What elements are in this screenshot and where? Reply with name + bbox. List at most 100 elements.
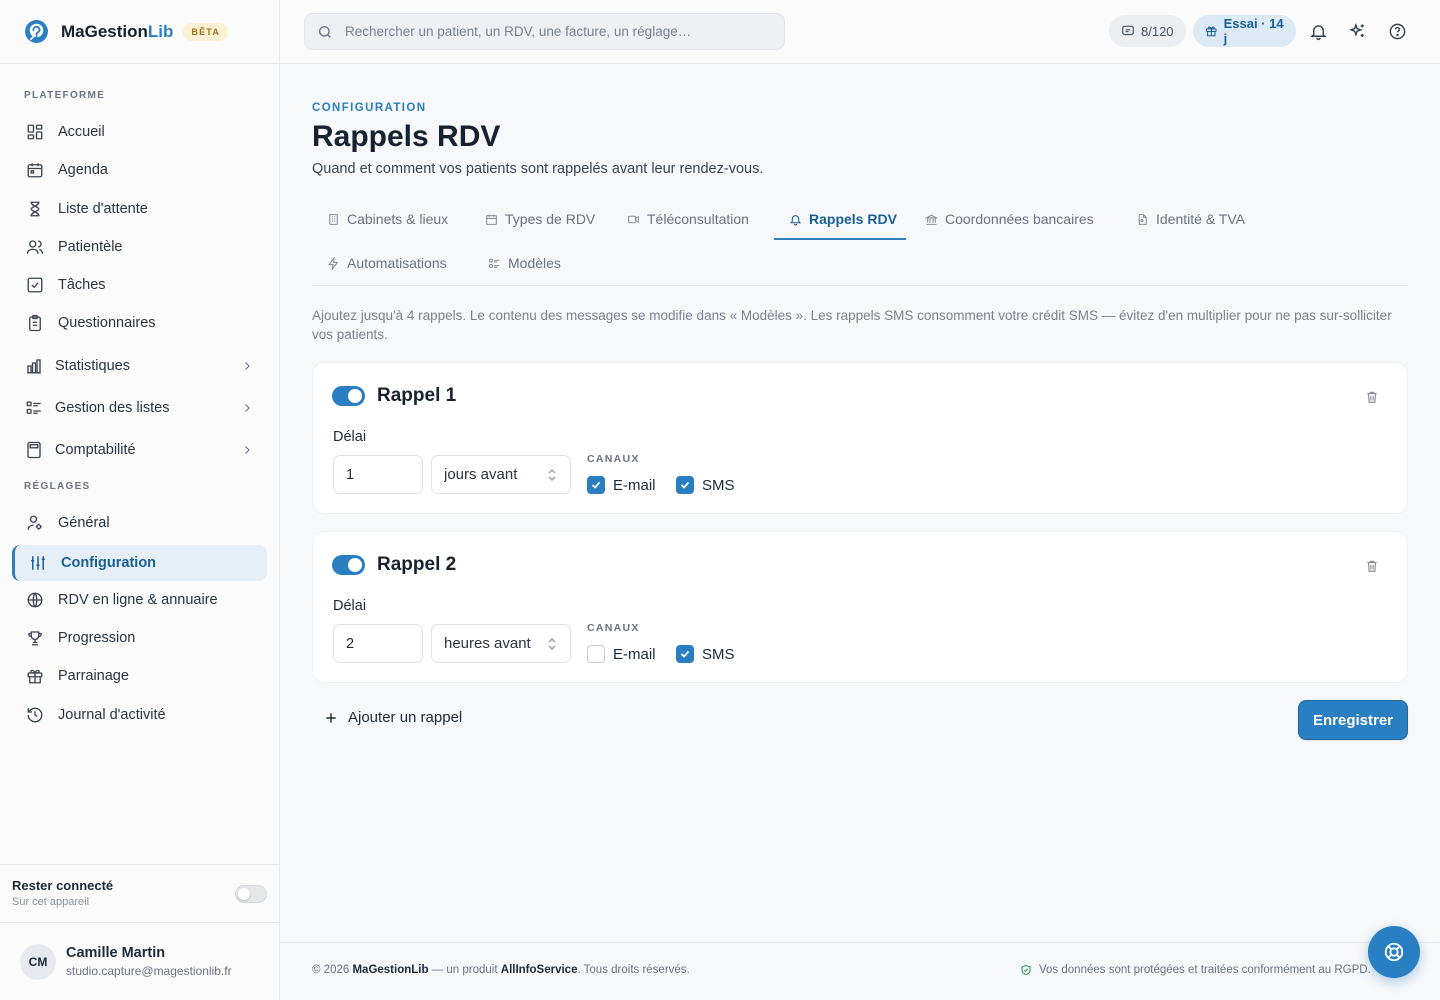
sidebar-item-journal[interactable]: Journal d'activité: [12, 697, 267, 733]
tab-rappels-rdv[interactable]: Rappels RDV: [789, 209, 897, 229]
checkbox-label: SMS: [702, 476, 735, 494]
template-icon: [489, 258, 500, 268]
check-icon: [680, 481, 690, 489]
chevron-right-icon: [245, 446, 250, 454]
sms-channel-checkbox[interactable]: SMS: [676, 476, 735, 494]
bell-icon[interactable]: [1309, 22, 1328, 41]
user-cog-icon: [27, 515, 42, 530]
brand[interactable]: MaGestionLib BÊTA: [0, 0, 279, 64]
tab-label: Coordonnées bancaires: [945, 211, 1094, 227]
sms-credit-value: 8/120: [1141, 23, 1174, 39]
delay-unit-select[interactable]: jours avant: [431, 455, 571, 494]
search-icon: [319, 25, 331, 38]
stay-connected-toggle[interactable]: [235, 885, 267, 903]
zap-icon: [328, 256, 339, 270]
tabs-divider: [312, 285, 1408, 286]
checkbox-checked[interactable]: [676, 476, 694, 494]
bar-chart-icon: [27, 359, 41, 374]
users-icon: [26, 240, 44, 254]
sidebar-item-waitlist[interactable]: Liste d'attente: [12, 191, 267, 227]
dashboard-icon: [27, 124, 43, 140]
delay-value-input[interactable]: [333, 455, 423, 494]
stay-connected-subtitle: Sur cet appareil: [12, 896, 90, 908]
sidebar-item-questionnaires[interactable]: Questionnaires: [12, 305, 267, 341]
sparkles-icon[interactable]: [1348, 22, 1367, 41]
support-button[interactable]: [1368, 926, 1420, 978]
sidebar-item-label: Général: [58, 515, 110, 531]
delay-label: Délai: [333, 429, 367, 445]
trial-badge[interactable]: Essai · 14 j: [1193, 15, 1296, 47]
search-input[interactable]: [345, 24, 784, 39]
add-reminder-button[interactable]: Ajouter un rappel: [324, 709, 462, 726]
sidebar-item-label: Agenda: [58, 162, 108, 178]
sliders-icon: [31, 556, 45, 570]
sidebar-item-statistiques[interactable]: Statistiques: [12, 348, 267, 384]
user-name: Camille Martin: [66, 945, 166, 961]
chevron-updown-icon: [548, 468, 556, 482]
sidebar-item-rdv-en-ligne[interactable]: RDV en ligne & annuaire: [12, 582, 267, 618]
sidebar-item-label: Liste d'attente: [58, 201, 148, 217]
checkbox-unchecked[interactable]: [587, 645, 605, 663]
trash-icon[interactable]: [1365, 390, 1379, 404]
sidebar-item-label: Accueil: [58, 124, 105, 140]
sms-channel-checkbox[interactable]: SMS: [676, 645, 735, 663]
bank-icon: [925, 214, 938, 225]
reminder-enable-toggle[interactable]: [332, 555, 365, 575]
sidebar-item-configuration[interactable]: Configuration: [12, 545, 267, 581]
logo-icon: [25, 20, 48, 43]
calendar-icon: [27, 163, 43, 178]
reminder-card: Rappel 2 Délai heures avant CANAUX E-mai…: [312, 531, 1408, 683]
sidebar-item-comptabilite[interactable]: Comptabilité: [12, 432, 267, 468]
clipboard-icon: [29, 314, 41, 332]
sidebar-item-gestion-listes[interactable]: Gestion des listes: [12, 390, 267, 426]
sidebar-item-label: Parrainage: [58, 668, 129, 684]
tab-modeles[interactable]: Modèles: [488, 253, 561, 273]
sidebar-item-label: Comptabilité: [55, 442, 136, 458]
footer-copyright: © 2026 MaGestionLib — un produit AllInfo…: [312, 964, 690, 976]
chevron-right-icon: [245, 362, 250, 370]
checkbox-checked[interactable]: [676, 645, 694, 663]
save-button[interactable]: Enregistrer: [1298, 700, 1408, 740]
privacy-text: Vos données sont protégées et traitées c…: [1039, 964, 1371, 976]
building-icon: [329, 213, 338, 225]
sidebar-item-patientele[interactable]: Patientèle: [12, 229, 267, 265]
trash-icon[interactable]: [1365, 559, 1379, 573]
sidebar-item-label: Statistiques: [55, 358, 130, 374]
channels-label: CANAUX: [587, 622, 640, 634]
page-eyebrow: CONFIGURATION: [312, 102, 427, 114]
sidebar-item-taches[interactable]: Tâches: [12, 267, 267, 303]
search-bar[interactable]: [304, 13, 785, 50]
tab-cabinets[interactable]: Cabinets & lieux: [327, 209, 448, 229]
stay-connected: Rester connecté Sur cet appareil: [0, 864, 279, 923]
delay-value-input[interactable]: [333, 624, 423, 663]
sidebar-item-agenda[interactable]: Agenda: [12, 152, 267, 188]
tab-automatisations[interactable]: Automatisations: [327, 253, 447, 273]
sidebar-item-parrainage[interactable]: Parrainage: [12, 658, 267, 694]
tab-types-rdv[interactable]: Types de RDV: [485, 209, 595, 229]
footer-company[interactable]: AllInfoService: [501, 964, 578, 976]
tab-identite-tva[interactable]: Identité & TVA: [1136, 209, 1245, 229]
delay-unit-select[interactable]: heures avant: [431, 624, 571, 663]
user-profile[interactable]: CM Camille Martin studio.capture@magesti…: [0, 923, 279, 1000]
file-icon: [1138, 213, 1147, 225]
sms-credit-badge[interactable]: 8/120: [1109, 15, 1186, 47]
tab-coordonnees-bancaires[interactable]: Coordonnées bancaires: [925, 209, 1094, 229]
sidebar-item-accueil[interactable]: Accueil: [12, 114, 267, 150]
sidebar-item-progression[interactable]: Progression: [12, 620, 267, 656]
list-icon: [26, 401, 41, 414]
email-channel-checkbox[interactable]: E-mail: [587, 476, 656, 494]
delay-unit-value: heures avant: [444, 635, 531, 652]
reminder-enable-toggle[interactable]: [332, 386, 365, 406]
email-channel-checkbox[interactable]: E-mail: [587, 645, 656, 663]
stay-connected-title: Rester connecté: [12, 878, 114, 893]
help-circle-icon[interactable]: [1388, 22, 1407, 41]
plus-icon: [326, 712, 336, 723]
sidebar-item-general[interactable]: Général: [12, 505, 267, 541]
reminder-title: Rappel 2: [377, 554, 457, 575]
reminder-card: Rappel 1 Délai jours avant CANAUX E-mail…: [312, 362, 1408, 514]
sidebar-item-label: Questionnaires: [58, 315, 156, 331]
tab-label: Types de RDV: [505, 211, 596, 227]
tab-teleconsultation[interactable]: Téléconsultation: [627, 209, 749, 229]
checkbox-checked[interactable]: [587, 476, 605, 494]
add-reminder-label: Ajouter un rappel: [348, 709, 463, 726]
